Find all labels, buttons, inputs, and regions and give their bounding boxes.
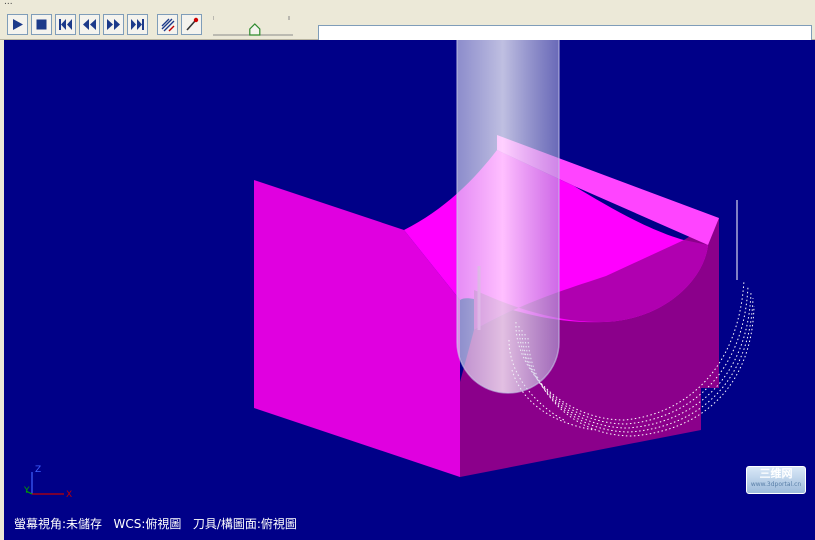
watermark-subtitle: www.3dportal.cn <box>750 481 802 488</box>
tool-display-button[interactable] <box>181 14 202 35</box>
coordinate-axis-indicator: Z Y X <box>20 462 80 502</box>
window-title: ... <box>4 0 13 7</box>
play-button[interactable] <box>7 14 28 35</box>
view-status-text: 螢幕視角:未儲存 WCS:俯視圖 刀具/構圖面:俯視圖 <box>14 517 297 531</box>
toolpath-icon <box>161 18 175 32</box>
step-back-icon <box>83 19 96 30</box>
ball-end-mill-tool <box>456 40 560 394</box>
watermark-title: 三维网 <box>759 467 793 480</box>
skip-end-icon <box>131 19 144 30</box>
axis-z-label: Z <box>35 465 41 475</box>
speed-slider-thumb[interactable] <box>249 23 261 36</box>
path-display-button[interactable] <box>157 14 178 35</box>
window-title-bar: ... <box>0 0 815 11</box>
simulation-scene <box>254 40 755 477</box>
stop-button[interactable] <box>31 14 52 35</box>
stop-icon <box>36 19 47 30</box>
first-step-button[interactable] <box>55 14 76 35</box>
tool-icon <box>186 17 199 31</box>
watermark-logo: 三维网 www.3dportal.cn <box>746 466 806 494</box>
step-forward-icon <box>107 19 120 30</box>
play-icon <box>13 19 23 30</box>
speed-slider[interactable] <box>212 14 293 38</box>
step-forward-button[interactable] <box>103 14 124 35</box>
step-back-button[interactable] <box>79 14 100 35</box>
skip-start-icon <box>59 19 72 30</box>
last-step-button[interactable] <box>127 14 148 35</box>
graphics-viewport[interactable]: Z Y X 螢幕視角:未儲存 WCS:俯視圖 刀具/構圖面:俯視圖 <box>4 40 815 540</box>
axis-x-label: X <box>66 490 72 500</box>
axis-y-label: Y <box>23 486 30 496</box>
simulation-toolbar <box>0 11 815 47</box>
